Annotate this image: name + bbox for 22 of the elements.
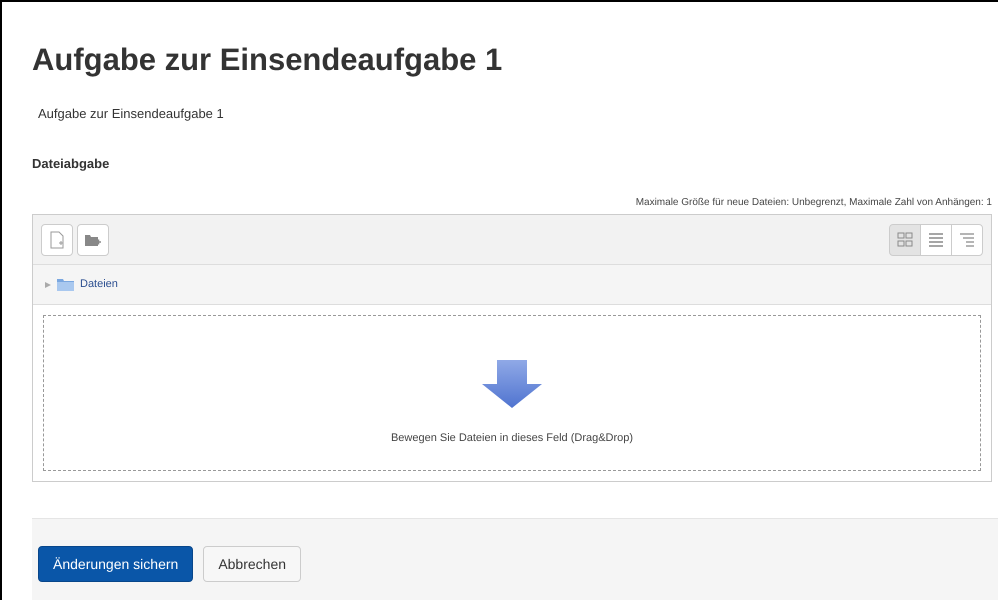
expand-caret-icon[interactable]	[45, 282, 51, 288]
folder-link[interactable]: Dateien	[80, 276, 118, 293]
save-button[interactable]: Änderungen sichern	[38, 546, 194, 582]
file-add-icon	[50, 230, 64, 248]
view-mode-button[interactable]	[951, 224, 983, 256]
folder-add-icon	[85, 232, 101, 246]
grid-view-icon	[897, 232, 913, 248]
section-label: Dateiabgabe	[32, 154, 110, 173]
page-title: Aufgabe zur Einsendeaufgabe 1	[32, 42, 502, 78]
folder-icon	[57, 278, 74, 290]
create-folder-button[interactable]	[77, 224, 109, 256]
add-file-button[interactable]	[41, 224, 73, 256]
down-arrow-icon	[482, 360, 542, 408]
list-view-icon	[928, 232, 944, 248]
view-mode-button[interactable]	[889, 224, 921, 256]
upload-limits-text: Maximale Größe für neue Dateien: Unbegrenzt, Maximale Zahl von Anhängen: 1	[636, 196, 992, 210]
assignment-description: Aufgabe zur Einsendeaufgabe 1	[38, 105, 224, 123]
drop-zone-hint: Bewegen Sie Dateien in dieses Feld (Drag&Drop)	[390, 430, 634, 446]
cancel-button[interactable]: Abbrechen	[203, 546, 302, 582]
view-mode-button[interactable]	[920, 224, 952, 256]
tree-view-icon	[959, 232, 975, 248]
drop-zone[interactable]: Bewegen Sie Dateien in dieses Feld (Drag&Drop)	[43, 315, 981, 471]
